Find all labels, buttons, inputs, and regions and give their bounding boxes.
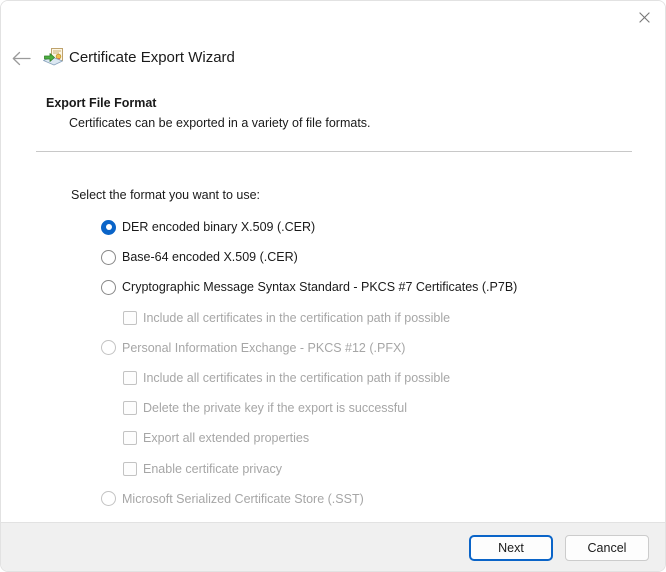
close-icon bbox=[638, 11, 650, 23]
format-checkbox-option: Include all certificates in the certific… bbox=[123, 368, 450, 388]
section-heading: Export File Format bbox=[46, 96, 157, 110]
format-checkbox-option: Enable certificate privacy bbox=[123, 459, 282, 479]
certificate-export-icon bbox=[42, 47, 64, 69]
checkbox bbox=[123, 461, 137, 476]
radio-button[interactable] bbox=[101, 279, 116, 295]
radio-button[interactable] bbox=[101, 249, 116, 265]
header-divider bbox=[36, 151, 632, 152]
cancel-button[interactable]: Cancel bbox=[565, 535, 649, 561]
checkbox bbox=[123, 310, 137, 325]
option-label: Include all certificates in the certific… bbox=[143, 310, 451, 325]
radio-button-selected[interactable] bbox=[101, 219, 116, 235]
format-checkbox-option: Include all certificates in the certific… bbox=[123, 308, 450, 328]
format-radio-option[interactable]: Cryptographic Message Syntax Standard - … bbox=[101, 277, 517, 297]
option-label: Delete the private key if the export is … bbox=[143, 401, 408, 416]
close-button[interactable] bbox=[621, 1, 665, 33]
format-checkbox-option: Delete the private key if the export is … bbox=[123, 398, 407, 418]
format-radio-option[interactable]: DER encoded binary X.509 (.CER) bbox=[101, 217, 315, 237]
checkbox bbox=[123, 371, 137, 385]
format-radio-option: Personal Information Exchange - PKCS #12… bbox=[101, 338, 405, 358]
arrow-left-icon bbox=[12, 51, 31, 65]
window-title: Certificate Export Wizard bbox=[69, 49, 235, 66]
certificate-export-wizard-window: Certificate Export Wizard Export File Fo… bbox=[0, 0, 666, 572]
option-label: Export all extended properties bbox=[143, 431, 310, 446]
option-label: Enable certificate privacy bbox=[143, 461, 282, 476]
format-radio-option: Microsoft Serialized Certificate Store (… bbox=[101, 489, 364, 509]
option-label: Cryptographic Message Syntax Standard - … bbox=[122, 280, 518, 295]
radio-button bbox=[101, 491, 116, 507]
checkbox bbox=[123, 401, 137, 416]
radio-button bbox=[101, 340, 116, 356]
option-label: Microsoft Serialized Certificate Store (… bbox=[122, 491, 364, 506]
checkbox bbox=[123, 431, 137, 446]
title-bar bbox=[1, 1, 665, 34]
option-label: Base-64 encoded X.509 (.CER) bbox=[122, 250, 298, 265]
next-button[interactable]: Next bbox=[469, 535, 553, 561]
option-label: Personal Information Exchange - PKCS #12… bbox=[122, 340, 406, 355]
option-label: Include all certificates in the certific… bbox=[143, 371, 451, 385]
format-checkbox-option: Export all extended properties bbox=[123, 428, 309, 448]
format-prompt: Select the format you want to use: bbox=[71, 188, 260, 202]
option-label: DER encoded binary X.509 (.CER) bbox=[122, 220, 316, 234]
format-radio-option[interactable]: Base-64 encoded X.509 (.CER) bbox=[101, 247, 298, 267]
back-button[interactable] bbox=[9, 46, 33, 70]
section-subheading: Certificates can be exported in a variet… bbox=[69, 116, 371, 130]
